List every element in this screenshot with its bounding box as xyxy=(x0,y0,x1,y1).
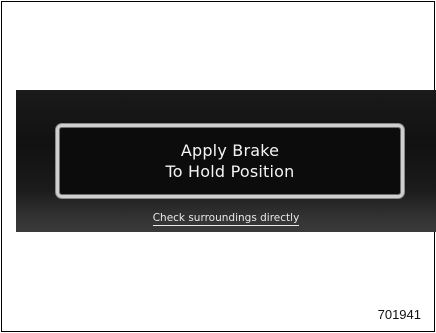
warning-message-box: Apply Brake To Hold Position xyxy=(56,124,404,198)
check-surroundings-note: Check surroundings directly xyxy=(16,212,436,226)
check-surroundings-text: Check surroundings directly xyxy=(152,212,300,226)
vehicle-display-screen: Apply Brake To Hold Position Check surro… xyxy=(16,90,436,232)
figure-id: 701941 xyxy=(377,307,421,322)
message-line-1: Apply Brake xyxy=(180,141,280,160)
figure-frame: Apply Brake To Hold Position Check surro… xyxy=(1,1,436,332)
message-line-2: To Hold Position xyxy=(165,162,295,181)
